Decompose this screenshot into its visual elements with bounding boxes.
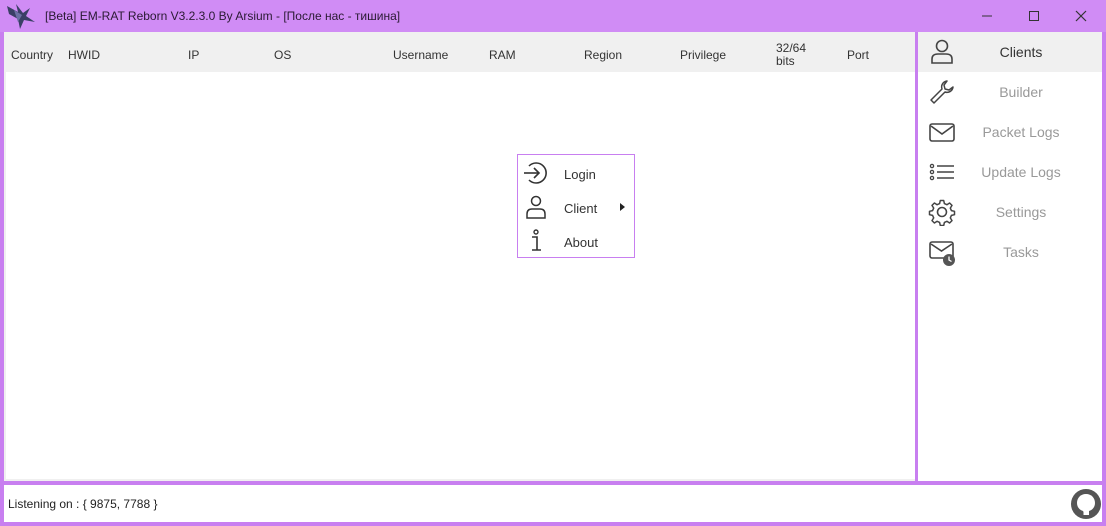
sidebar-item-label: Update Logs bbox=[981, 164, 1061, 180]
envelope-clock-icon bbox=[929, 241, 955, 266]
close-button[interactable] bbox=[1058, 0, 1104, 32]
column-header-region[interactable]: Region bbox=[584, 49, 622, 62]
sidebar-item-label: Builder bbox=[999, 84, 1043, 100]
menu-item-label: About bbox=[564, 235, 598, 250]
sidebar-item-settings[interactable]: Settings bbox=[918, 192, 1102, 232]
column-header-privilege[interactable]: Privilege bbox=[680, 49, 726, 62]
sidebar-item-builder[interactable]: Builder bbox=[918, 72, 1102, 112]
sidebar-item-clients[interactable]: Clients bbox=[918, 32, 1102, 72]
window-title: [Beta] EM-RAT Reborn V3.2.3.0 By Arsium … bbox=[45, 9, 401, 23]
sidebar-item-packet-logs[interactable]: Packet Logs bbox=[918, 112, 1102, 152]
sidebar-item-label: Tasks bbox=[1003, 244, 1039, 260]
sidebar-item-label: Packet Logs bbox=[982, 124, 1060, 140]
column-header-ram[interactable]: RAM bbox=[489, 49, 516, 62]
minimize-icon bbox=[982, 15, 992, 17]
context-menu: Login Client About bbox=[517, 154, 635, 258]
sidebar-item-label: Clients bbox=[999, 44, 1043, 60]
user-icon bbox=[931, 39, 953, 64]
status-bar: Listening on : { 9875, 7788 } bbox=[4, 485, 1102, 522]
clients-list[interactable] bbox=[6, 72, 915, 479]
column-header-country[interactable]: Country bbox=[11, 49, 53, 62]
maximize-icon bbox=[1029, 11, 1039, 21]
column-header-os[interactable]: OS bbox=[274, 49, 291, 62]
column-header-port[interactable]: Port bbox=[847, 49, 869, 62]
menu-item-label: Login bbox=[564, 167, 596, 182]
user-icon bbox=[526, 195, 546, 219]
sidebar-item-label: Settings bbox=[995, 204, 1047, 220]
gear-icon bbox=[928, 199, 956, 226]
sidebar: Clients Builder Packet Logs Update Logs … bbox=[918, 32, 1102, 481]
clients-table-header: Country HWID IP OS Username RAM Region P… bbox=[4, 32, 915, 72]
menu-item-label: Client bbox=[564, 201, 598, 216]
column-header-username[interactable]: Username bbox=[393, 49, 448, 62]
app-logo-icon bbox=[7, 4, 35, 29]
title-bar: [Beta] EM-RAT Reborn V3.2.3.0 By Arsium … bbox=[0, 0, 1106, 32]
info-icon bbox=[532, 229, 541, 251]
window-frame: Country HWID IP OS Username RAM Region P… bbox=[0, 32, 1106, 526]
login-arrow-icon bbox=[524, 162, 547, 184]
status-text: Listening on : { 9875, 7788 } bbox=[8, 497, 158, 511]
wrench-icon bbox=[930, 80, 954, 104]
menu-item-login[interactable]: Login bbox=[518, 156, 634, 190]
envelope-icon bbox=[929, 123, 955, 142]
sidebar-item-update-logs[interactable]: Update Logs bbox=[918, 152, 1102, 192]
minimize-button[interactable] bbox=[964, 0, 1010, 32]
github-icon[interactable] bbox=[1070, 488, 1102, 520]
sidebar-item-tasks[interactable]: Tasks bbox=[918, 232, 1102, 272]
submenu-arrow-icon bbox=[620, 203, 625, 211]
list-icon bbox=[929, 163, 954, 181]
column-header-hwid[interactable]: HWID bbox=[68, 49, 100, 62]
menu-item-client[interactable]: Client bbox=[518, 190, 634, 224]
clients-panel: Country HWID IP OS Username RAM Region P… bbox=[4, 32, 915, 481]
column-header-ip[interactable]: IP bbox=[188, 49, 199, 62]
menu-item-about[interactable]: About bbox=[518, 224, 634, 258]
maximize-button[interactable] bbox=[1011, 0, 1057, 32]
close-icon bbox=[1075, 10, 1087, 22]
column-header-bits[interactable]: 32/64 bits bbox=[776, 42, 806, 68]
